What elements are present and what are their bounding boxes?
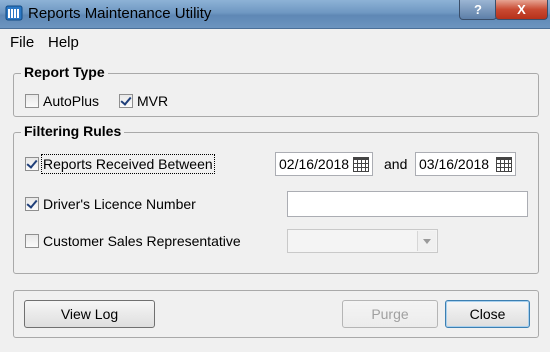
calendar-icon[interactable] [496, 157, 512, 172]
purge-button[interactable]: Purge [342, 300, 438, 328]
received-between-option[interactable]: Reports Received Between [25, 154, 215, 174]
filtering-rules-group: Filtering Rules Reports Received Between… [13, 123, 539, 274]
close-label: Close [469, 306, 506, 322]
purge-label: Purge [371, 306, 409, 322]
menu-help[interactable]: Help [48, 34, 79, 51]
sales-rep-checkbox[interactable] [25, 234, 39, 248]
action-panel: View Log Purge Close [13, 290, 539, 338]
mvr-label: MVR [137, 93, 169, 109]
chevron-down-icon[interactable] [417, 231, 436, 251]
received-between-label: Reports Received Between [41, 154, 215, 174]
from-date-value: 02/16/2018 [279, 156, 350, 172]
sales-rep-label: Customer Sales Representative [43, 233, 241, 249]
help-button[interactable]: ? [459, 0, 497, 20]
view-log-button[interactable]: View Log [24, 300, 155, 328]
to-date-field[interactable]: 03/16/2018 [415, 152, 516, 176]
licence-label: Driver's Licence Number [43, 196, 196, 212]
report-type-group: Report Type AutoPlus MVR [13, 64, 539, 117]
and-label: and [384, 156, 408, 172]
sales-rep-dropdown[interactable] [287, 229, 438, 253]
autoplus-label: AutoPlus [43, 93, 100, 109]
to-date-value: 03/16/2018 [419, 156, 490, 172]
menu-bar: File Help [0, 29, 550, 55]
from-date-field[interactable]: 02/16/2018 [275, 152, 373, 176]
sales-rep-option[interactable]: Customer Sales Representative [25, 233, 241, 249]
menu-file[interactable]: File [10, 34, 34, 51]
view-log-label: View Log [60, 306, 119, 322]
licence-checkbox[interactable] [25, 197, 39, 211]
autoplus-checkbox[interactable] [25, 94, 39, 108]
mvr-checkbox[interactable] [119, 94, 133, 108]
received-between-checkbox[interactable] [25, 157, 39, 171]
title-bar: Reports Maintenance Utility ? X [0, 0, 550, 29]
filtering-rules-title: Filtering Rules [21, 123, 125, 139]
close-button[interactable]: Close [445, 300, 530, 328]
window-close-button[interactable]: X [495, 0, 548, 20]
mvr-option[interactable]: MVR [119, 93, 168, 109]
app-icon [5, 5, 23, 21]
licence-number-input[interactable] [287, 191, 528, 217]
report-type-title: Report Type [21, 64, 108, 80]
autoplus-option[interactable]: AutoPlus [25, 93, 99, 109]
calendar-icon[interactable] [353, 157, 369, 172]
window-title: Reports Maintenance Utility [28, 5, 212, 22]
licence-option[interactable]: Driver's Licence Number [25, 196, 196, 212]
